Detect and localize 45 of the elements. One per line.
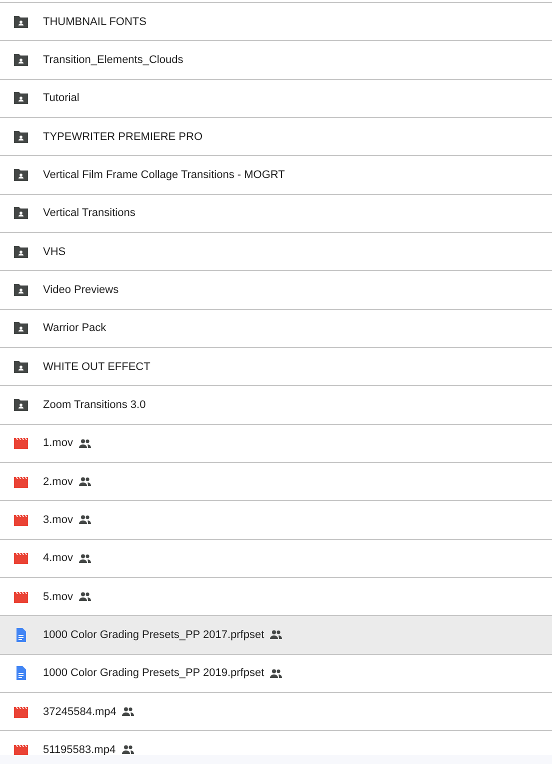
file-row[interactable]: Tutorial <box>0 80 552 118</box>
file-name: 1000 Color Grading Presets_PP 2019.prfpset <box>43 667 264 680</box>
shared-folder-icon <box>13 91 29 106</box>
file-row[interactable]: 1000 Color Grading Presets_PP 2019.prfpset <box>0 654 552 693</box>
shared-folder-icon <box>13 398 29 412</box>
shared-folder-icon <box>13 360 29 374</box>
file-name: 3.mov <box>43 514 73 526</box>
file-name: TYPEWRITER PREMIERE PRO <box>43 130 203 143</box>
video-icon <box>13 474 29 489</box>
video-icon <box>13 704 29 719</box>
video-icon <box>13 590 29 604</box>
video-icon <box>13 742 29 755</box>
file-name: Warrior Pack <box>43 322 106 334</box>
video-icon <box>13 512 29 527</box>
file-name: WHITE OUT EFFECT <box>43 360 150 373</box>
shared-folder-icon <box>13 321 29 336</box>
file-name: VHS <box>43 246 66 258</box>
file-name: 51195583.mp4 <box>43 744 116 755</box>
file-name: 1.mov <box>43 437 73 450</box>
video-icon <box>13 436 29 450</box>
file-name: 37245584.mp4 <box>43 706 116 718</box>
shared-folder-icon <box>13 168 29 182</box>
shared-folder-icon <box>13 52 29 67</box>
file-row[interactable]: Warrior Pack <box>0 310 552 348</box>
shared-folder-icon <box>13 244 29 259</box>
file-name: Tutorial <box>43 92 80 104</box>
file-name: 1000 Color Grading Presets_PP 2017.prfpset <box>43 628 264 641</box>
shared-folder-icon <box>13 282 29 297</box>
file-name: Vertical Film Frame Collage Transitions - MOGRT <box>43 168 285 181</box>
file-row[interactable]: Vertical Transitions <box>0 194 552 233</box>
shared-folder-icon <box>13 14 29 29</box>
file-name: 4.mov <box>43 552 73 564</box>
file-name: 2.mov <box>43 476 73 488</box>
file-name: THUMBNAIL FONTS <box>43 16 146 28</box>
file-name: Transition_Elements_Clouds <box>43 54 184 66</box>
file-row[interactable]: 4.mov <box>0 540 552 578</box>
file-row[interactable]: 1.mov <box>0 424 552 463</box>
file-name: Vertical Transitions <box>43 207 136 220</box>
file-name: Zoom Transitions 3.0 <box>43 398 146 411</box>
file-row[interactable]: 1000 Color Grading Presets_PP 2017.prfpset <box>0 616 552 655</box>
shared-folder-icon <box>13 130 29 144</box>
shared-folder-icon <box>13 206 29 220</box>
video-icon <box>13 551 29 566</box>
file-name: Video Previews <box>43 284 119 296</box>
file-name: 5.mov <box>43 590 73 603</box>
